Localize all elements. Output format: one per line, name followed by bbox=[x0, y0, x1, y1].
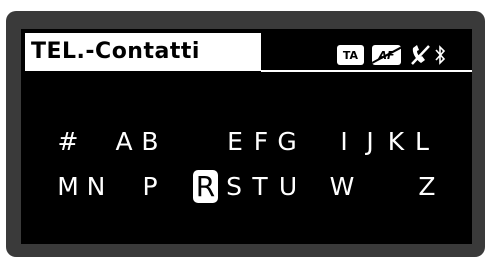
phone-muted-icon bbox=[411, 45, 430, 65]
key-z[interactable]: Z bbox=[414, 170, 440, 204]
key-m[interactable]: M bbox=[55, 170, 81, 204]
ta-badge-label: TA bbox=[342, 48, 359, 62]
key-s[interactable]: S bbox=[221, 170, 247, 204]
key-t[interactable]: T bbox=[247, 170, 273, 204]
key-b[interactable]: B bbox=[137, 125, 163, 159]
display-bezel: TEL.-Contatti TA AF # A B E F G I J K L … bbox=[0, 0, 491, 263]
key-w[interactable]: W bbox=[329, 170, 355, 204]
bluetooth-icon bbox=[435, 45, 446, 65]
key-p[interactable]: P bbox=[137, 170, 163, 204]
key-g[interactable]: G bbox=[274, 125, 300, 159]
key-u[interactable]: U bbox=[275, 170, 301, 204]
key-e[interactable]: E bbox=[222, 125, 248, 159]
page-title: TEL.-Contatti bbox=[31, 39, 200, 64]
af-badge: AF bbox=[372, 45, 401, 65]
key-n[interactable]: N bbox=[83, 170, 109, 204]
key-a[interactable]: A bbox=[111, 125, 137, 159]
key-hash[interactable]: # bbox=[55, 125, 81, 159]
key-k[interactable]: K bbox=[383, 125, 409, 159]
key-l[interactable]: L bbox=[409, 125, 435, 159]
key-r-selected[interactable]: R bbox=[193, 170, 218, 203]
key-i[interactable]: I bbox=[331, 125, 357, 159]
header-divider bbox=[261, 70, 472, 72]
title-bar: TEL.-Contatti bbox=[25, 33, 261, 71]
ta-badge: TA bbox=[337, 45, 364, 65]
key-f[interactable]: F bbox=[248, 125, 274, 159]
display-screen: TEL.-Contatti TA AF # A B E F G I J K L … bbox=[21, 29, 472, 244]
key-j[interactable]: J bbox=[357, 125, 383, 159]
